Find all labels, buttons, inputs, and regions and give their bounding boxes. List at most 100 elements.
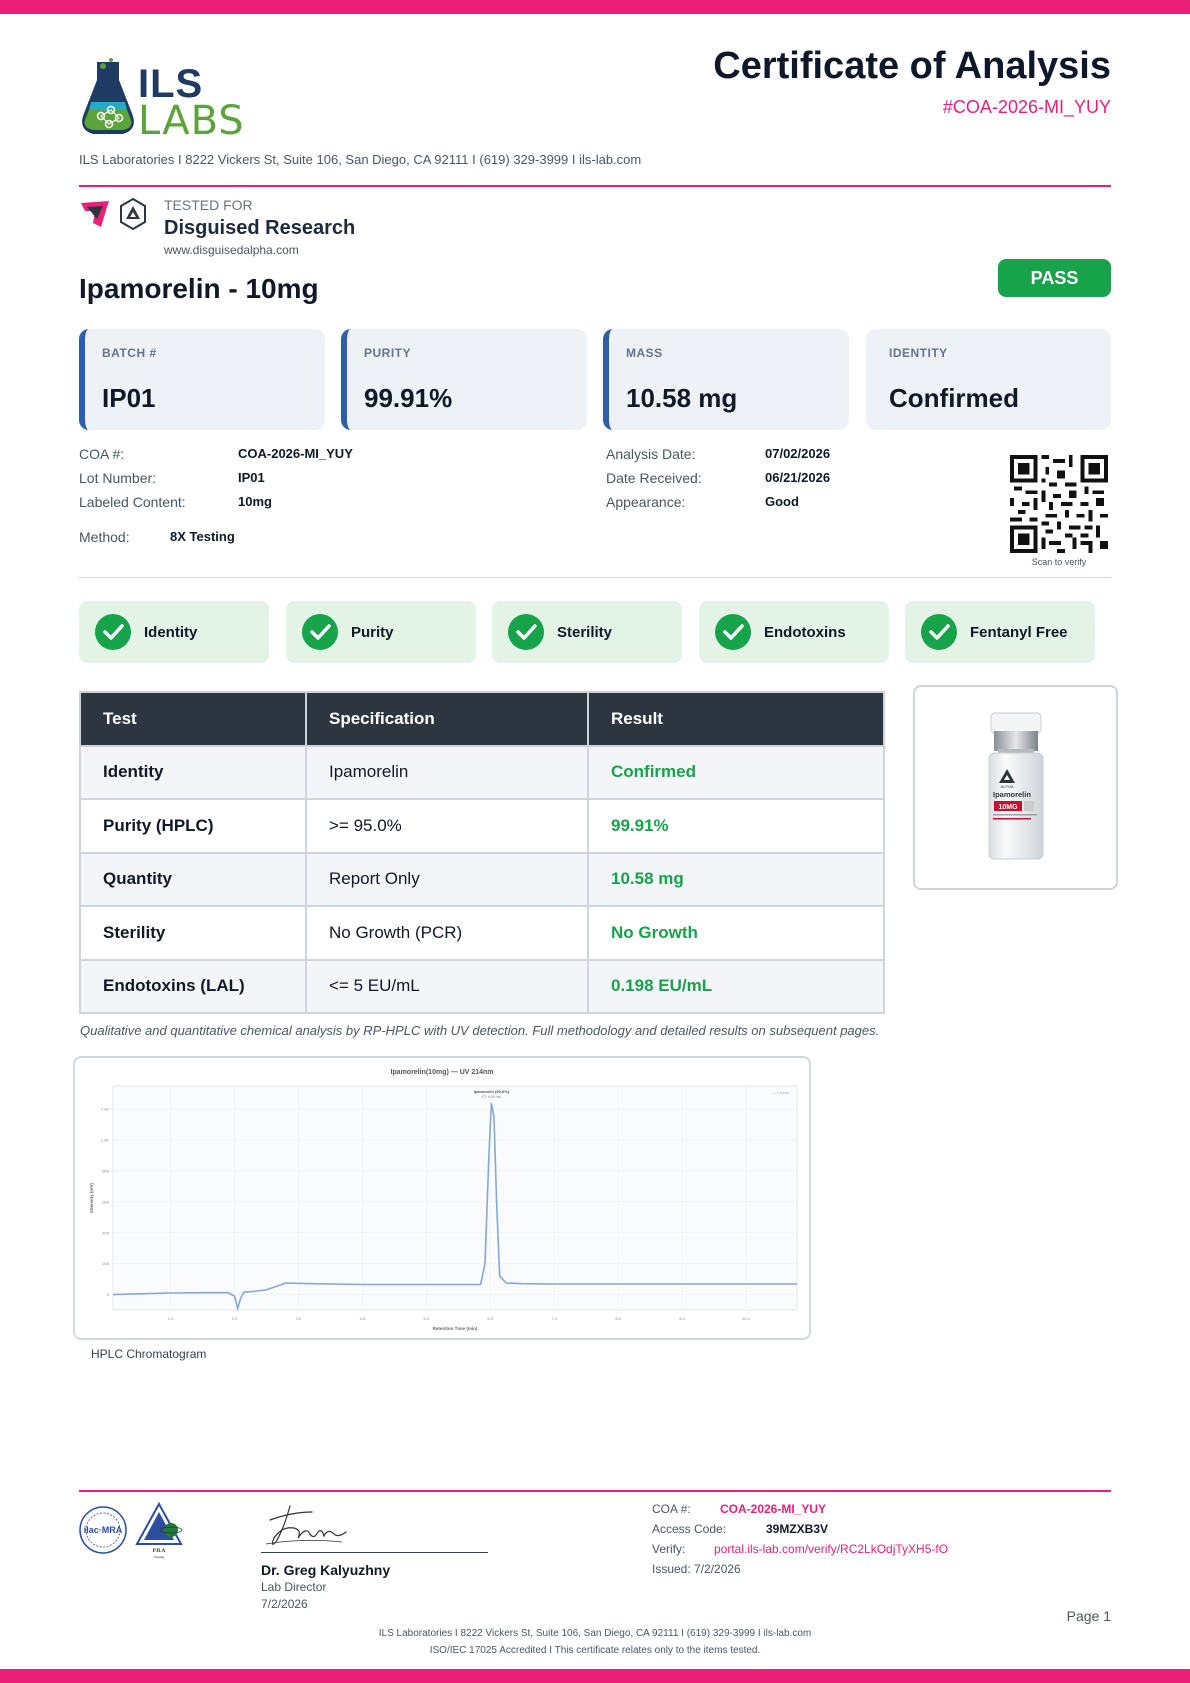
check-circle-icon xyxy=(302,614,338,650)
y-tick-label: 600 xyxy=(102,1199,109,1204)
check-label: Fentanyl Free xyxy=(970,624,1068,641)
stat-label: IDENTITY xyxy=(889,346,948,360)
client-url[interactable]: www.disguisedalpha.com xyxy=(164,243,299,257)
document-title: Certificate of Analysis xyxy=(713,45,1111,87)
issued-date: Issued: 7/2/2026 xyxy=(652,1562,741,1576)
x-tick-label: 3.0 xyxy=(296,1316,302,1321)
pass-status-badge: PASS xyxy=(998,259,1111,297)
appearance-value: Good xyxy=(765,494,799,509)
vial-product-label: Ipamorelin xyxy=(993,790,1031,799)
lab-contact-info: ILS Laboratories I 8222 Vickers St, Suit… xyxy=(79,152,642,167)
hplc-chromatogram-chart: Ipamorelin(10mg) — UV 214nm 1.0 2.0 3.0 4.0… xyxy=(89,1069,798,1331)
access-code-value: 39MZXB3V xyxy=(766,1522,829,1536)
x-tick-label: 10.0 xyxy=(742,1316,751,1321)
column-header-result: Result xyxy=(587,691,885,747)
stat-card-batch: BATCH # IP01 xyxy=(79,329,325,430)
footer-address: ILS Laboratories I 8222 Vickers St, Suit… xyxy=(378,1628,812,1639)
peak-sublabel: RT: 6.05 min xyxy=(482,1095,502,1099)
stat-label: PURITY xyxy=(364,346,412,360)
test-cell: Identity xyxy=(79,744,307,800)
chromatogram-caption: HPLC Chromatogram xyxy=(91,1347,207,1361)
lot-number-value: IP01 xyxy=(238,470,265,485)
page-number: Page 1 xyxy=(1066,1608,1111,1624)
table-row: Purity (HPLC) >= 95.0% 99.91% xyxy=(79,798,885,854)
specification-cell: >= 95.0% xyxy=(305,798,589,854)
signature-image xyxy=(265,1505,347,1545)
peak-label: Ipamorelin (99.9%) xyxy=(474,1089,510,1094)
check-label: Sterility xyxy=(557,624,613,641)
method-note: Qualitative and quantitative chemical an… xyxy=(80,1023,880,1038)
y-tick-label: 0 xyxy=(107,1292,110,1297)
y-tick-label: 400 xyxy=(102,1230,109,1235)
bottom-accent-bar xyxy=(0,1669,1190,1683)
check-circle-icon xyxy=(921,614,957,650)
stat-value: Confirmed xyxy=(889,383,1019,413)
chromatogram-frame: Ipamorelin(10mg) — UV 214nm 1.0 2.0 3.0 4.0… xyxy=(73,1056,811,1340)
header-divider xyxy=(79,185,1111,187)
footer-divider xyxy=(79,1490,1111,1492)
column-header-test: Test xyxy=(79,691,307,747)
specification-cell: Ipamorelin xyxy=(305,744,589,800)
coa-number-value: COA-2026-MI_YUY xyxy=(238,446,353,461)
check-circle-icon xyxy=(95,614,131,650)
x-tick-label: 6.0 xyxy=(487,1316,493,1321)
date-received-value: 06/21/2026 xyxy=(765,470,831,485)
check-chip-purity: Purity xyxy=(286,601,476,663)
specification-cell: Report Only xyxy=(305,851,589,907)
vial-brand-label: ALPHA xyxy=(1000,784,1013,789)
result-cell: 10.58 mg xyxy=(587,851,885,907)
stat-value: 99.91% xyxy=(364,383,453,413)
client-name: Disguised Research xyxy=(164,217,356,239)
accreditation-name: PJLA xyxy=(153,1549,166,1554)
product-image-frame: ALPHA Ipamorelin 10MG xyxy=(913,685,1118,890)
document-id: #COA-2026-MI_YUY xyxy=(942,97,1111,117)
test-cell: Quantity xyxy=(79,851,307,907)
svg-text:ilac·MRA: ilac·MRA xyxy=(84,1525,123,1535)
appearance-label: Appearance: xyxy=(606,494,686,510)
result-cell: Confirmed xyxy=(587,744,885,800)
method-value: 8X Testing xyxy=(170,529,235,544)
accreditation-logos-icon: ilac·MRA PJLA Testing xyxy=(79,1501,183,1559)
coa-number-label: COA #: xyxy=(79,446,125,462)
footer-coa-value: COA-2026-MI_YUY xyxy=(720,1502,827,1516)
stat-value: IP01 xyxy=(102,383,156,413)
check-label: Purity xyxy=(351,624,394,641)
analysis-date-value: 07/02/2026 xyxy=(765,446,831,461)
results-table: Test Specification Result Identity Ipamo… xyxy=(79,691,885,1014)
stat-value: 10.58 mg xyxy=(626,383,738,413)
signer-name: Dr. Greg Kalyuzhny xyxy=(261,1562,391,1578)
stat-label: BATCH # xyxy=(102,346,157,360)
y-tick-label: 1.0K xyxy=(101,1138,110,1143)
table-header-row: Test Specification Result xyxy=(79,691,885,747)
x-tick-label: 2.0 xyxy=(232,1316,238,1321)
test-cell: Purity (HPLC) xyxy=(79,798,307,854)
column-header-specification: Specification xyxy=(305,691,589,747)
date-received-label: Date Received: xyxy=(606,470,702,486)
signer-title: Lab Director xyxy=(261,1580,327,1594)
verify-link[interactable]: portal.ils-lab.com/verify/RC2LkOdjTyXH5-… xyxy=(714,1542,948,1556)
method-label: Method: xyxy=(79,529,130,545)
qr-caption: Scan to verify xyxy=(1031,557,1087,567)
stat-label: MASS xyxy=(626,346,663,360)
top-accent-bar xyxy=(0,0,1190,14)
logo-wordmark-labs: LABS xyxy=(138,98,245,144)
test-cell: Sterility xyxy=(79,905,307,961)
check-chip-identity: Identity xyxy=(79,601,269,663)
vial-image: ALPHA Ipamorelin 10MG xyxy=(988,712,1044,860)
chart-legend: — 1 trace xyxy=(772,1090,790,1095)
tested-for-label: TESTED FOR xyxy=(164,197,253,213)
stat-card-purity: PURITY 99.91% xyxy=(341,329,587,430)
y-tick-label: 200 xyxy=(102,1261,109,1266)
x-axis-label: Retention Time (min) xyxy=(433,1326,478,1331)
check-circle-icon xyxy=(508,614,544,650)
footer-disclaimer: ISO/IEC 17025 Accredited I This certific… xyxy=(429,1645,761,1656)
x-tick-label: 9.0 xyxy=(679,1316,685,1321)
client-logos-icon xyxy=(81,197,146,231)
qr-code-icon[interactable] xyxy=(1010,455,1108,553)
plot-area xyxy=(112,1085,798,1311)
y-tick-label: 800 xyxy=(102,1168,109,1173)
x-tick-label: 4.0 xyxy=(360,1316,366,1321)
table-row: Sterility No Growth (PCR) No Growth xyxy=(79,905,885,961)
specification-cell: No Growth (PCR) xyxy=(305,905,589,961)
table-row: Identity Ipamorelin Confirmed xyxy=(79,744,885,800)
